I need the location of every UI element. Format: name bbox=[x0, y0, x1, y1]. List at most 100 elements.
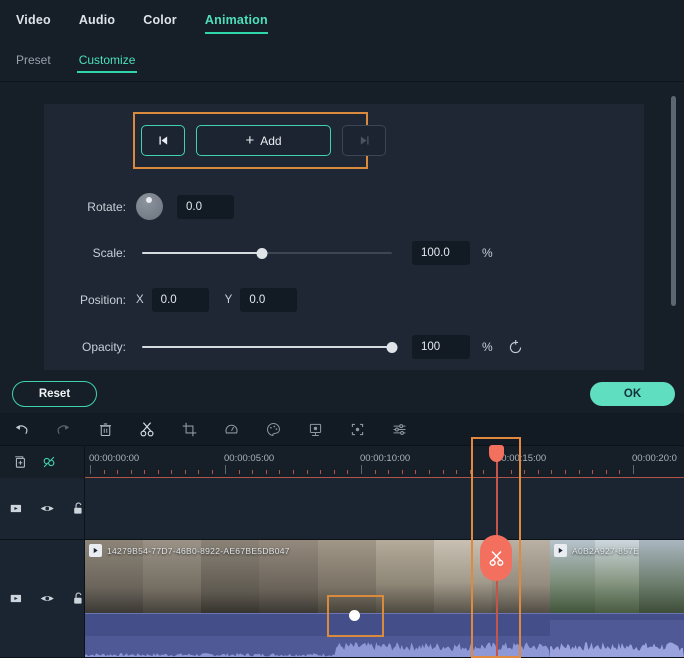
subtab-preset[interactable]: Preset bbox=[16, 39, 51, 82]
unlock-padlock-icon[interactable] bbox=[72, 501, 84, 516]
crop-button[interactable] bbox=[168, 413, 210, 446]
eye-visibility-icon[interactable] bbox=[40, 592, 54, 605]
ruler-minor-tick bbox=[565, 470, 566, 474]
ruler-minor-tick bbox=[578, 470, 580, 474]
opacity-slider[interactable] bbox=[142, 340, 398, 354]
position-row: Position: X 0.0 Y 0.0 bbox=[44, 288, 444, 312]
pip-button[interactable] bbox=[294, 413, 336, 446]
previous-keyframe-icon bbox=[158, 136, 167, 145]
scale-slider[interactable] bbox=[142, 246, 392, 260]
ruler-minor-tick bbox=[306, 470, 308, 474]
ruler-minor-tick bbox=[171, 470, 172, 474]
ruler-minor-tick bbox=[320, 470, 322, 474]
ruler-major-tick bbox=[361, 465, 362, 474]
eye-visibility-icon[interactable] bbox=[40, 502, 54, 515]
ruler-minor-tick bbox=[347, 470, 349, 474]
ruler-minor-tick bbox=[524, 470, 526, 474]
reset-button[interactable]: Reset bbox=[12, 381, 97, 407]
tab-color[interactable]: Color bbox=[143, 0, 177, 39]
scale-slider-thumb[interactable] bbox=[256, 247, 268, 259]
ruler-major-tick bbox=[90, 465, 91, 474]
color-palette-icon bbox=[266, 422, 280, 436]
ruler-minor-tick bbox=[103, 470, 105, 474]
tab-animation[interactable]: Animation bbox=[204, 0, 268, 39]
speed-icon bbox=[224, 424, 238, 433]
clip-1-label-group: 14279B54-77D7-46B0-8922-AE67BE5DB047 bbox=[89, 544, 290, 557]
track-type-icon[interactable] bbox=[10, 502, 22, 515]
position-x-field[interactable]: 0.0 bbox=[151, 288, 209, 312]
rotate-value-field[interactable]: 0.0 bbox=[177, 194, 234, 219]
delete-button[interactable] bbox=[84, 413, 126, 446]
ruler-minor-tick bbox=[442, 470, 444, 474]
properties-scrollbar[interactable] bbox=[671, 90, 676, 368]
ok-button[interactable]: OK bbox=[590, 382, 675, 406]
ruler-minor-tick bbox=[198, 470, 199, 474]
position-y-field[interactable]: 0.0 bbox=[240, 288, 298, 312]
ruler-minor-tick bbox=[429, 470, 430, 474]
ruler-major-tick bbox=[633, 465, 634, 474]
ruler-minor-tick bbox=[279, 470, 281, 474]
animation-subtabbar: Preset Customize bbox=[0, 39, 684, 82]
scrollbar-thumb[interactable] bbox=[671, 96, 676, 306]
ruler-minor-tick bbox=[374, 470, 376, 474]
link-unlink-icon[interactable] bbox=[40, 453, 58, 471]
ruler-label: 00:00:00:00 bbox=[89, 453, 140, 464]
waveform-shape bbox=[550, 620, 684, 657]
track-2-controls bbox=[0, 540, 85, 657]
split-button[interactable] bbox=[126, 413, 168, 446]
speed-button[interactable] bbox=[210, 413, 252, 446]
next-keyframe-button[interactable] bbox=[342, 125, 386, 156]
position-label: Position: bbox=[79, 293, 126, 307]
clip-1-audio-waveform[interactable] bbox=[85, 613, 550, 657]
ruler-minor-tick bbox=[144, 470, 145, 474]
rotate-dial[interactable] bbox=[136, 193, 163, 220]
dialog-action-bar bbox=[0, 375, 684, 413]
timeline-clip-2[interactable]: A0B2A927-857E bbox=[550, 540, 684, 657]
clip-2-label-group: A0B2A927-857E bbox=[554, 544, 639, 557]
adjust-button[interactable] bbox=[378, 413, 420, 446]
tab-audio[interactable]: Audio bbox=[79, 0, 115, 39]
track-type-icon[interactable] bbox=[10, 592, 22, 605]
ruler-minor-tick bbox=[456, 470, 458, 474]
opacity-slider-thumb[interactable] bbox=[386, 341, 398, 353]
split-at-playhead-button[interactable] bbox=[480, 535, 512, 581]
tab-video[interactable]: Video bbox=[16, 0, 51, 39]
add-track-icon[interactable] bbox=[12, 454, 28, 470]
track-1-controls bbox=[0, 478, 85, 539]
add-keyframe-label: Add bbox=[260, 133, 282, 148]
detect-button[interactable] bbox=[336, 413, 378, 446]
ruler-minor-tick bbox=[265, 470, 267, 474]
redo-button[interactable] bbox=[42, 413, 84, 446]
ruler-minor-tick bbox=[184, 470, 186, 474]
rotate-label: Rotate: bbox=[87, 199, 126, 214]
timeline-ruler[interactable]: 00:00:00:00 00:00:05:00 00:00:10:00 00:0… bbox=[85, 446, 684, 478]
unlock-padlock-icon[interactable] bbox=[72, 591, 84, 606]
scale-label: Scale: bbox=[92, 246, 126, 260]
color-button[interactable] bbox=[252, 413, 294, 446]
scale-value-field[interactable]: 100.0 bbox=[412, 241, 470, 265]
ruler-minor-tick bbox=[551, 470, 553, 474]
rotate-row: Rotate: 0.0 bbox=[44, 193, 394, 220]
opacity-unit-label: % bbox=[482, 340, 493, 354]
clip-2-filename: A0B2A927-857E bbox=[572, 545, 640, 556]
track-1-body[interactable] bbox=[85, 478, 684, 539]
main-tabbar: Video Audio Color Animation bbox=[0, 0, 684, 39]
crop-icon bbox=[182, 422, 196, 436]
subtab-customize[interactable]: Customize bbox=[76, 39, 138, 82]
undo-button[interactable] bbox=[0, 413, 42, 446]
ruler-major-tick bbox=[225, 465, 226, 474]
clip-2-audio-waveform[interactable] bbox=[550, 613, 684, 657]
opacity-value-field[interactable]: 100 bbox=[412, 335, 470, 359]
playhead-handle[interactable] bbox=[489, 445, 504, 462]
video-editor-window: Video Audio Color Animation Preset Custo… bbox=[0, 0, 684, 658]
ruler-minor-tick bbox=[619, 470, 621, 474]
position-x-label: X bbox=[136, 294, 144, 306]
keyframe-dot[interactable] bbox=[349, 610, 360, 621]
keyframe-controls-row: + Add bbox=[141, 125, 386, 156]
ruler-minor-tick bbox=[605, 470, 607, 474]
previous-keyframe-button[interactable] bbox=[141, 125, 185, 156]
scale-row: Scale: 100.0 % bbox=[44, 241, 604, 265]
opacity-reset-button[interactable] bbox=[507, 339, 524, 356]
add-keyframe-button[interactable]: + Add bbox=[196, 125, 331, 156]
track-2-body[interactable]: 14279B54-77D7-46B0-8922-AE67BE5DB047 A0B… bbox=[85, 540, 684, 657]
